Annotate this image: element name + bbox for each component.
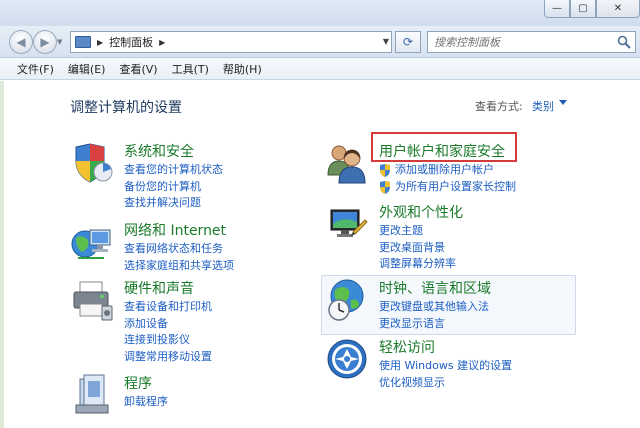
address-bar-row: ◀ ▶ ▼ ▶ 控制面板 ▶ ▼ ⟳ [0,26,640,58]
link-change-display-language[interactable]: 更改显示语言 [379,316,489,333]
forward-button[interactable]: ▶ [33,30,57,54]
link-parental-controls[interactable]: 为所有用户设置家长控制 [379,179,516,196]
address-box[interactable]: ▶ 控制面板 ▶ ▼ [70,31,392,53]
link-change-input-method[interactable]: 更改键盘或其他输入法 [379,299,489,316]
control-panel-icon [75,36,91,48]
link-add-device[interactable]: 添加设备 [124,316,212,333]
back-button[interactable]: ◀ [9,30,33,54]
refresh-button[interactable]: ⟳ [395,31,421,53]
category-title[interactable]: 时钟、语言和区域 [379,278,491,298]
monitor-icon[interactable] [325,202,369,246]
view-by-dropdown-icon[interactable] [559,100,567,105]
category-links: 查看设备和打印机 添加设备 连接到投影仪 调整常用移动设置 [124,299,212,365]
back-arrow-icon: ◀ [16,35,26,49]
breadcrumb-control-panel[interactable]: 控制面板 [109,34,153,50]
link-screen-resolution[interactable]: 调整屏幕分辨率 [379,256,456,273]
search-box[interactable] [427,31,636,53]
link-mobility-settings[interactable]: 调整常用移动设置 [124,349,212,366]
uac-shield-icon [380,180,390,194]
category-title[interactable]: 轻松访问 [379,337,435,357]
link-label: 为所有用户设置家长控制 [395,179,516,193]
link-windows-suggested-settings[interactable]: 使用 Windows 建议的设置 [379,358,512,375]
printer-icon[interactable] [70,278,114,322]
control-panel-content: 调整计算机的设置 查看方式: 类别 系统和安全 查看您的计算机状态 备份您的计算… [0,81,640,428]
search-icon[interactable] [617,35,631,49]
address-dropdown-icon[interactable]: ▼ [383,37,389,46]
category-network-internet: 网络和 Internet 查看网络状态和任务 选择家庭组和共享选项 [70,220,300,275]
link-connect-projector[interactable]: 连接到投影仪 [124,332,212,349]
category-title[interactable]: 外观和个性化 [379,202,463,222]
history-dropdown-icon[interactable]: ▼ [57,38,62,46]
link-troubleshoot[interactable]: 查找并解决问题 [124,195,223,212]
globe-clock-icon[interactable] [325,278,369,322]
category-programs: 程序 卸载程序 [70,373,270,421]
link-network-status[interactable]: 查看网络状态和任务 [124,241,234,258]
breadcrumb-chevron-icon[interactable]: ▶ [97,38,103,47]
page-title: 调整计算机的设置 [70,100,182,116]
category-clock-language-region: 时钟、语言和区域 更改键盘或其他输入法 更改显示语言 [325,278,565,333]
menu-file[interactable]: 文件(F) [10,61,61,77]
view-by-dropdown[interactable]: 类别 [532,98,554,114]
menu-edit[interactable]: 编辑(E) [61,61,113,77]
link-homegroup-sharing[interactable]: 选择家庭组和共享选项 [124,258,234,275]
programs-icon[interactable] [70,373,114,417]
caption-buttons: — ▢ ✕ [544,0,640,20]
link-change-theme[interactable]: 更改主题 [379,223,456,240]
category-ease-of-access: 轻松访问 使用 Windows 建议的设置 优化视频显示 [325,337,565,392]
link-view-computer-status[interactable]: 查看您的计算机状态 [124,162,223,179]
view-by-label: 查看方式: [475,100,523,113]
uac-shield-icon [380,164,390,177]
minimize-button[interactable]: — [544,0,570,18]
category-links: 查看您的计算机状态 备份您的计算机 查找并解决问题 [124,162,223,212]
category-links: 查看网络状态和任务 选择家庭组和共享选项 [124,241,234,274]
link-optimize-visual-display[interactable]: 优化视频显示 [379,375,512,392]
menu-view[interactable]: 查看(V) [112,61,164,77]
maximize-button[interactable]: ▢ [570,0,596,18]
category-links: 更改主题 更改桌面背景 调整屏幕分辨率 [379,223,456,273]
link-change-desktop-background[interactable]: 更改桌面背景 [379,240,456,257]
category-links: 卸载程序 [124,394,168,411]
search-input[interactable] [428,35,608,49]
menu-tools[interactable]: 工具(T) [165,61,216,77]
category-title[interactable]: 硬件和声音 [124,278,194,298]
category-system-security: 系统和安全 查看您的计算机状态 备份您的计算机 查找并解决问题 [70,141,290,211]
title-bar: — ▢ ✕ [0,0,640,28]
link-add-remove-accounts[interactable]: 添加或删除用户帐户 [379,162,516,179]
category-title[interactable]: 程序 [124,373,152,393]
shield-icon[interactable] [70,141,114,185]
category-appearance: 外观和个性化 更改主题 更改桌面背景 调整屏幕分辨率 [325,202,545,272]
category-links: 使用 Windows 建议的设置 优化视频显示 [379,358,512,391]
users-icon[interactable] [325,141,369,185]
link-backup-computer[interactable]: 备份您的计算机 [124,179,223,196]
network-globe-icon[interactable] [70,220,114,264]
close-button[interactable]: ✕ [596,0,640,18]
category-title[interactable]: 系统和安全 [124,141,194,161]
link-uninstall-program[interactable]: 卸载程序 [124,394,168,411]
category-title[interactable]: 网络和 Internet [124,220,226,240]
breadcrumb-chevron-icon[interactable]: ▶ [159,38,165,47]
forward-arrow-icon: ▶ [40,35,50,49]
link-devices-printers[interactable]: 查看设备和打印机 [124,299,212,316]
menu-help[interactable]: 帮助(H) [216,61,269,77]
ease-of-access-icon[interactable] [325,337,369,381]
category-links: 添加或删除用户帐户 为所有用户设置家长控制 [379,162,516,195]
highlight-annotation-box [371,132,517,162]
refresh-icon: ⟳ [402,35,414,49]
category-links: 更改键盘或其他输入法 更改显示语言 [379,299,489,332]
category-hardware-sound: 硬件和声音 查看设备和打印机 添加设备 连接到投影仪 调整常用移动设置 [70,278,290,368]
link-label: 添加或删除用户帐户 [395,163,494,176]
menu-bar: 文件(F) 编辑(E) 查看(V) 工具(T) 帮助(H) [0,58,640,80]
